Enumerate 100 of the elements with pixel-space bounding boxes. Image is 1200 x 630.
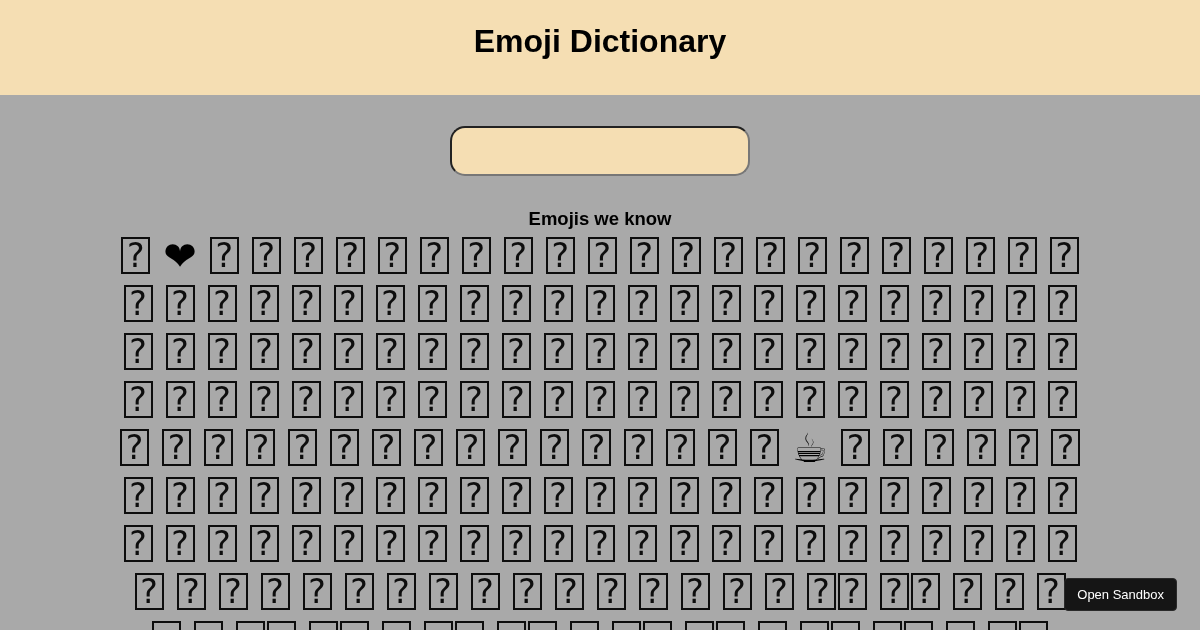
emoji-item[interactable]: ?	[417, 525, 447, 562]
emoji-item[interactable]: ?	[795, 285, 825, 322]
emoji-item[interactable]: ?	[879, 381, 909, 418]
emoji-item[interactable]: ?	[753, 333, 783, 370]
emoji-item[interactable]: ?	[669, 477, 699, 514]
emoji-item[interactable]: ?	[722, 573, 752, 610]
emoji-item[interactable]: ?	[543, 285, 573, 322]
emoji-item[interactable]: ?	[251, 237, 281, 274]
emoji-item[interactable]: ?	[470, 573, 500, 610]
emoji-item[interactable]: ?	[952, 573, 982, 610]
emoji-item[interactable]: ?	[921, 333, 951, 370]
emoji-item[interactable]: ?	[207, 477, 237, 514]
emoji-item[interactable]: ?	[713, 237, 743, 274]
emoji-item[interactable]: ?	[249, 525, 279, 562]
emoji-item[interactable]: ?	[291, 381, 321, 418]
emoji-item[interactable]: ?	[753, 381, 783, 418]
open-sandbox-button[interactable]: Open Sandbox	[1064, 578, 1177, 611]
emoji-item[interactable]: ? ?	[879, 573, 940, 610]
emoji-item[interactable]: ?	[965, 237, 995, 274]
emoji-item[interactable]: ?	[288, 429, 318, 466]
emoji-item[interactable]: ?	[879, 333, 909, 370]
emoji-item[interactable]: ?	[333, 333, 363, 370]
emoji-item[interactable]: ?	[839, 237, 869, 274]
emoji-item[interactable]: ?	[638, 573, 668, 610]
emoji-item[interactable]: ?	[165, 333, 195, 370]
emoji-item[interactable]: ?	[459, 333, 489, 370]
emoji-item[interactable]: ?	[882, 429, 912, 466]
emoji-item[interactable]: ?	[333, 525, 363, 562]
emoji-item[interactable]: ?	[711, 333, 741, 370]
emoji-item[interactable]: ?	[344, 573, 374, 610]
emoji-item[interactable]: ?	[921, 525, 951, 562]
emoji-item[interactable]: ?	[627, 525, 657, 562]
emoji-item[interactable]: ?	[1050, 429, 1080, 466]
emoji-item[interactable]: ?	[249, 381, 279, 418]
emoji-item[interactable]: ?	[456, 429, 486, 466]
emoji-item[interactable]: ?	[921, 477, 951, 514]
emoji-item[interactable]: ?	[669, 333, 699, 370]
emoji-item[interactable]: ?	[386, 573, 416, 610]
emoji-item[interactable]: ?	[963, 525, 993, 562]
emoji-item[interactable]: ?	[1005, 285, 1035, 322]
emoji-item[interactable]: ?	[795, 525, 825, 562]
emoji-item[interactable]: ?	[501, 333, 531, 370]
emoji-item[interactable]: ?	[543, 477, 573, 514]
emoji-item[interactable]: ?	[711, 525, 741, 562]
emoji-item[interactable]: ?	[459, 525, 489, 562]
emoji-item[interactable]: ?	[879, 525, 909, 562]
emoji-item[interactable]: ?	[881, 237, 911, 274]
emoji-item[interactable]: ?	[1008, 429, 1038, 466]
emoji-item[interactable]: ?	[461, 237, 491, 274]
search-field[interactable]	[450, 126, 750, 176]
emoji-item[interactable]: ?	[123, 477, 153, 514]
emoji-item[interactable]: ?	[333, 285, 363, 322]
emoji-item[interactable]: ?	[120, 429, 150, 466]
emoji-item[interactable]: ?	[419, 237, 449, 274]
emoji-item[interactable]: ?	[596, 573, 626, 610]
emoji-item[interactable]: ?	[582, 429, 612, 466]
emoji-item[interactable]: ?	[837, 525, 867, 562]
emoji-item[interactable]: ?	[711, 477, 741, 514]
emoji-item[interactable]: ?	[176, 573, 206, 610]
emoji-item[interactable]: ?	[459, 477, 489, 514]
emoji-item[interactable]: ?	[837, 333, 867, 370]
emoji-item[interactable]: ?	[627, 477, 657, 514]
emoji-item[interactable]: ?	[249, 477, 279, 514]
emoji-item[interactable]: ?	[764, 573, 794, 610]
emoji-item[interactable]: ?	[260, 573, 290, 610]
emoji-item[interactable]: ?	[543, 381, 573, 418]
emoji-item[interactable]: ?	[165, 285, 195, 322]
emoji-item[interactable]: ?	[624, 429, 654, 466]
emoji-item[interactable]: ?	[1005, 381, 1035, 418]
emoji-item[interactable]: ?	[671, 237, 701, 274]
emoji-item[interactable]: ?	[1047, 477, 1077, 514]
emoji-item[interactable]: ?	[1005, 477, 1035, 514]
emoji-item[interactable]: ?	[1047, 381, 1077, 418]
emoji-item[interactable]: ?	[795, 477, 825, 514]
emoji-item[interactable]: ?	[134, 573, 164, 610]
emoji-item[interactable]: ?	[291, 285, 321, 322]
emoji-item[interactable]: ?	[1047, 525, 1077, 562]
emoji-item[interactable]: ?	[333, 477, 363, 514]
emoji-item[interactable]: ?	[501, 381, 531, 418]
emoji-item[interactable]: ❤	[163, 237, 197, 274]
emoji-item[interactable]: ?	[123, 381, 153, 418]
emoji-item[interactable]: ?	[302, 573, 332, 610]
emoji-item[interactable]: ?	[459, 381, 489, 418]
emoji-item[interactable]: ?	[923, 237, 953, 274]
emoji-item[interactable]: ?	[417, 477, 447, 514]
emoji-item[interactable]: ?	[501, 477, 531, 514]
emoji-item[interactable]: ?	[669, 525, 699, 562]
emoji-item[interactable]: ?	[417, 285, 447, 322]
emoji-item[interactable]: ?	[377, 237, 407, 274]
emoji-item[interactable]: ?	[963, 381, 993, 418]
emoji-item[interactable]: ?	[753, 525, 783, 562]
emoji-item[interactable]: ?	[795, 333, 825, 370]
emoji-item[interactable]: ?	[372, 429, 402, 466]
emoji-item[interactable]: ?	[375, 477, 405, 514]
emoji-item[interactable]: ?	[165, 525, 195, 562]
emoji-item[interactable]: ?	[753, 285, 783, 322]
emoji-item[interactable]: ?	[1005, 333, 1035, 370]
emoji-item[interactable]: ?	[249, 285, 279, 322]
emoji-item[interactable]: ?	[207, 381, 237, 418]
emoji-item[interactable]: ?	[837, 285, 867, 322]
